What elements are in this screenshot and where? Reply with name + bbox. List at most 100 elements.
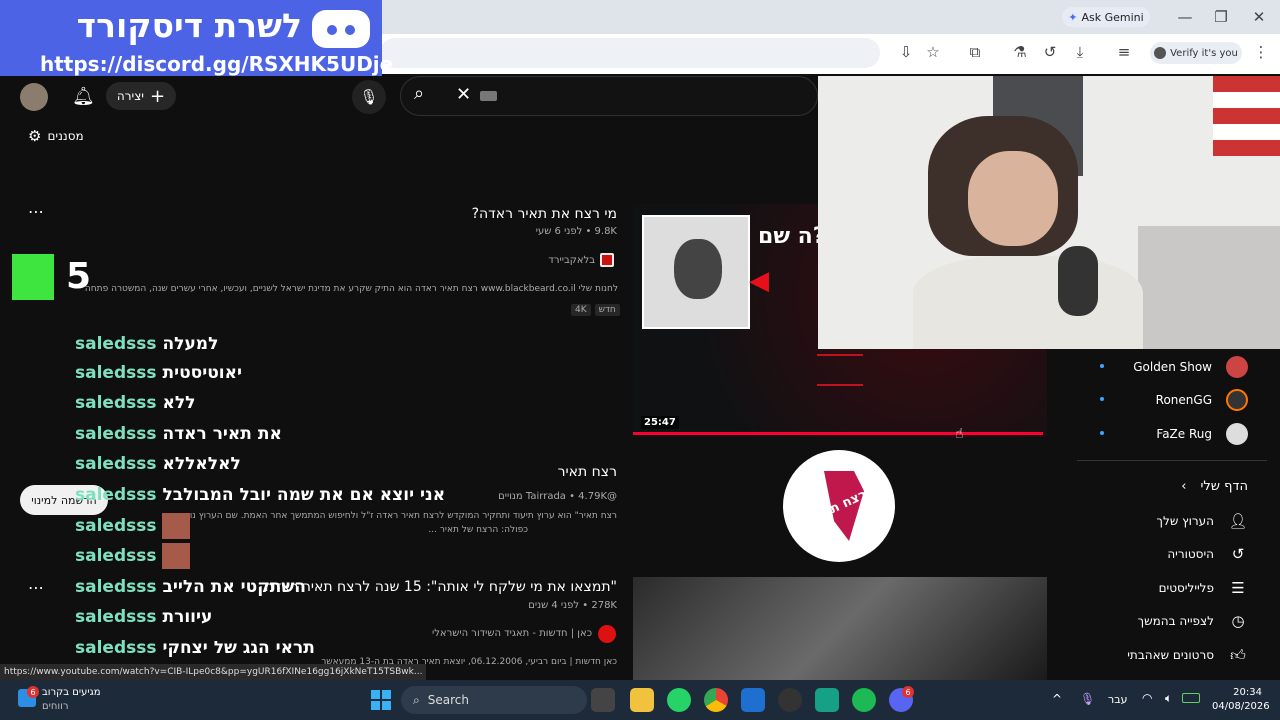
user-icon: 👤︎ [1228, 512, 1248, 530]
language-indicator[interactable]: עבר [1108, 693, 1127, 706]
sidebar-item-watch-later[interactable]: ◷ לצפייה בהמשך [1138, 611, 1248, 631]
download-icon[interactable]: ⤓ [1069, 41, 1091, 63]
profile-icon [1154, 47, 1167, 59]
close-window-icon[interactable]: ✕ [1248, 6, 1270, 28]
voice-search-mic-icon[interactable]: 🎙︎ [352, 80, 386, 114]
sidebar-item-playlists[interactable]: ☰ פלייליסטים [1159, 578, 1248, 598]
extensions-icon[interactable]: ⧉ [964, 41, 986, 63]
channel-name[interactable]: בלאקביירד [60, 255, 595, 266]
badges: חדש 4K [571, 304, 620, 316]
search-icon[interactable]: ⌕ [414, 83, 424, 104]
taskbar-search-label: Search [427, 693, 469, 707]
watch-progress-bar [633, 432, 1043, 435]
restore-icon[interactable]: ❐ [1210, 6, 1232, 28]
chat-user: saledsss [75, 607, 157, 627]
file-explorer-icon[interactable] [630, 688, 654, 712]
windows-start-icon[interactable] [371, 690, 391, 710]
sidebar-item-history[interactable]: ↺ היסטוריה [1167, 544, 1248, 564]
more-options-icon[interactable]: ⋯ [28, 202, 44, 221]
create-label: יצירה [116, 89, 144, 103]
thumbnail-photo [642, 215, 750, 329]
webcam-overlay [818, 76, 1280, 349]
address-bar[interactable] [380, 38, 880, 68]
avatar[interactable] [20, 83, 48, 111]
sidebar-subscription[interactable]: RonenGG [1156, 389, 1248, 411]
chat-user: saledsss [75, 334, 157, 354]
chat-text: השתקטי את הלייב [162, 577, 306, 597]
whatsapp-icon[interactable] [667, 688, 691, 712]
sidebar-subscription[interactable]: Golden Show [1133, 356, 1248, 378]
chat-user: saledsss [75, 485, 157, 505]
history-icon: ↺ [1231, 545, 1245, 563]
browser-menu-icon[interactable]: ⋮ [1250, 41, 1272, 63]
channel-avatar [1226, 389, 1248, 411]
spotify-icon[interactable] [852, 688, 876, 712]
chat-message: saledsss לאלאללא [75, 451, 241, 477]
filters-label: מסננים [47, 129, 84, 143]
ask-gemini-button[interactable]: ✦ Ask Gemini [1062, 7, 1150, 27]
tray-mic-icon[interactable]: 🎙︎ [1080, 692, 1095, 706]
chat-message: saledsss עיוורת [75, 604, 212, 630]
sidebar-subscription[interactable]: FaZe Rug [1156, 423, 1248, 445]
history-icon[interactable]: ↺ [1039, 41, 1061, 63]
minimize-icon[interactable]: — [1174, 6, 1196, 28]
chat-message: saledsss [75, 513, 191, 539]
cursor-hand-icon: ☝ [955, 426, 964, 442]
filters-icon: ⚙ [28, 127, 42, 145]
status-bar-url: https://www.youtube.com/watch?v=CIB-ILpe… [0, 664, 427, 680]
wifi-icon[interactable]: ◠ [1142, 691, 1152, 705]
duration-label: 25:47 [641, 416, 679, 429]
verify-profile-button[interactable]: Verify it's you [1150, 42, 1242, 64]
bookmark-star-icon[interactable]: ☆ [922, 41, 944, 63]
store-icon[interactable] [741, 688, 765, 712]
chat-text: תראי הגג של יצחקי [162, 638, 315, 658]
result-meta: 9.8K • לפני 6 שעי [535, 226, 617, 237]
capcut-icon[interactable] [815, 688, 839, 712]
create-button[interactable]: יצירה + [106, 82, 176, 110]
channel-logo[interactable]: רצח תאיר [783, 450, 895, 562]
volume-icon[interactable]: 🔈︎ [1165, 691, 1172, 706]
subscription-label: RonenGG [1155, 393, 1212, 407]
gemini-label: Ask Gemini [1081, 10, 1144, 24]
chat-emote-icon [162, 543, 191, 569]
sidebar-divider [1077, 460, 1267, 461]
thumbnail-text: ה שם? [758, 224, 826, 249]
chat-text: לאלאללא [162, 454, 241, 474]
keyboard-icon[interactable] [480, 91, 497, 101]
sidebar-label: סרטונים שאהבתי [1127, 648, 1214, 662]
weather-title: מגיעים בקרוב [42, 687, 101, 698]
filters-button[interactable]: ⚙ מסננים [28, 127, 84, 145]
chat-message: saledsss יאוטיסטית [75, 360, 242, 386]
notifications-bell-icon[interactable]: 🔔︎ [72, 86, 95, 107]
labs-icon[interactable]: ⚗ [1009, 41, 1031, 63]
sidebar-item-channel[interactable]: 👤︎ הערוץ שלך [1157, 511, 1248, 531]
install-app-icon[interactable]: ⇩ [895, 41, 917, 63]
sidebar-you-heading[interactable]: הדף שלי › [1181, 479, 1248, 494]
more-options-icon[interactable]: ⋯ [28, 578, 44, 597]
app-icon[interactable] [778, 688, 802, 712]
task-view-icon[interactable] [591, 688, 615, 712]
chat-message: saledsss [75, 543, 191, 569]
reading-list-icon[interactable]: ≡ [1113, 41, 1135, 63]
new-content-dot [1100, 364, 1104, 368]
battery-icon[interactable] [1182, 693, 1200, 703]
new-content-dot [1100, 397, 1104, 401]
chat-text: ללא [162, 393, 196, 413]
channel-avatar[interactable] [598, 625, 616, 643]
subscription-label: FaZe Rug [1156, 427, 1212, 441]
taskbar-search[interactable]: ⌕ Search [401, 686, 587, 714]
chat-user: saledsss [75, 393, 157, 413]
video-thumbnail[interactable] [633, 577, 1047, 680]
result-title[interactable]: מי רצח את תאיר ראדה? [60, 206, 617, 222]
clock-date[interactable]: 04/08/2026 [1212, 701, 1270, 712]
chat-user: saledsss [75, 424, 157, 444]
clear-search-icon[interactable]: ✕ [456, 84, 471, 105]
you-heading-label: הדף שלי [1200, 479, 1248, 494]
tray-chevron-up-icon[interactable]: ^ [1052, 692, 1062, 706]
discord-banner: לשרת דיסקורד https://discord.gg/RSXHK5UD… [0, 0, 393, 82]
chrome-icon[interactable] [704, 688, 728, 712]
sidebar-item-liked[interactable]: 👍︎ סרטונים שאהבתי [1127, 645, 1248, 665]
chat-message: saledsss ללא [75, 390, 195, 416]
channel-avatar[interactable] [600, 253, 614, 267]
clock-time[interactable]: 20:34 [1212, 687, 1262, 698]
